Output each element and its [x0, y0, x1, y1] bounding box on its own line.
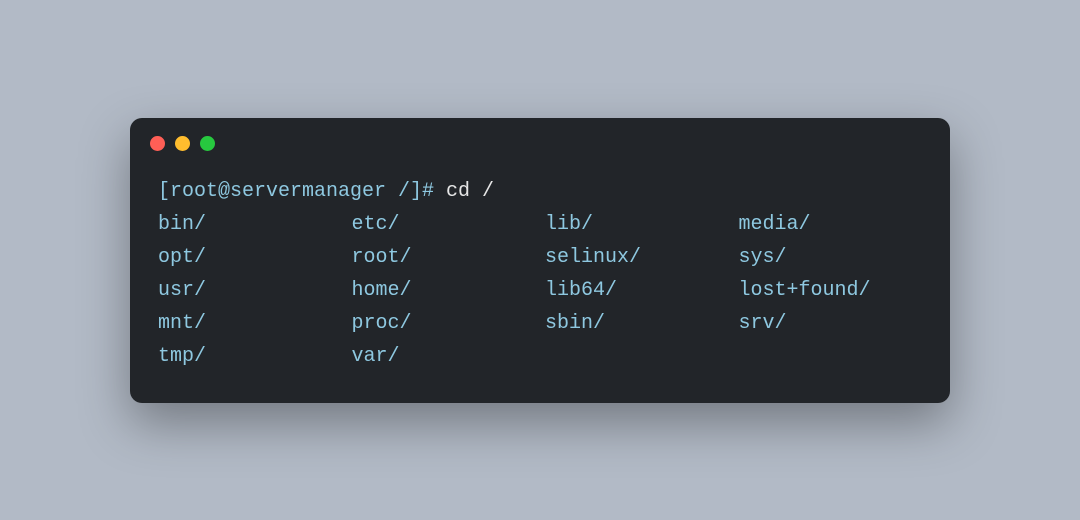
list-item	[545, 340, 729, 373]
list-item: var/	[352, 340, 536, 373]
list-item: etc/	[352, 208, 536, 241]
list-item: sys/	[739, 241, 923, 274]
list-item: tmp/	[158, 340, 342, 373]
maximize-icon[interactable]	[200, 136, 215, 151]
prompt-line: [root@servermanager /]# cd /	[158, 175, 922, 208]
list-item: media/	[739, 208, 923, 241]
list-item	[739, 340, 923, 373]
shell-prompt: [root@servermanager /]#	[158, 180, 446, 203]
list-item: bin/	[158, 208, 342, 241]
window-titlebar	[130, 118, 950, 157]
list-item: opt/	[158, 241, 342, 274]
list-item: root/	[352, 241, 536, 274]
terminal-window[interactable]: [root@servermanager /]# cd / bin/ etc/ l…	[130, 118, 950, 403]
list-item: lib/	[545, 208, 729, 241]
list-item: mnt/	[158, 307, 342, 340]
list-item: home/	[352, 274, 536, 307]
list-item: lib64/	[545, 274, 729, 307]
shell-command: cd /	[446, 180, 494, 203]
terminal-body[interactable]: [root@servermanager /]# cd / bin/ etc/ l…	[130, 157, 950, 403]
directory-listing: bin/ etc/ lib/ media/ opt/ root/ selinux…	[158, 208, 922, 373]
close-icon[interactable]	[150, 136, 165, 151]
minimize-icon[interactable]	[175, 136, 190, 151]
list-item: proc/	[352, 307, 536, 340]
list-item: sbin/	[545, 307, 729, 340]
list-item: usr/	[158, 274, 342, 307]
list-item: lost+found/	[739, 274, 923, 307]
list-item: srv/	[739, 307, 923, 340]
list-item: selinux/	[545, 241, 729, 274]
